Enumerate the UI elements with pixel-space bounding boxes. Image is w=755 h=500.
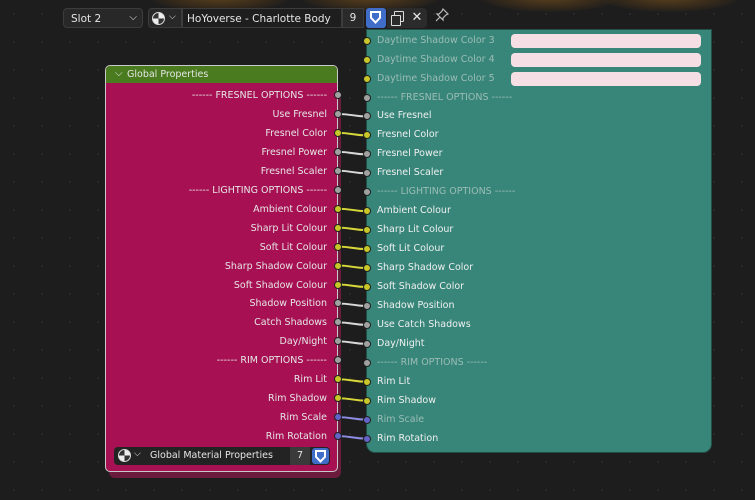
input-socket[interactable] xyxy=(363,55,371,64)
output-socket[interactable] xyxy=(334,166,342,175)
input-socket[interactable] xyxy=(363,264,371,273)
input-socket[interactable] xyxy=(363,93,371,102)
input-socket[interactable] xyxy=(363,339,371,348)
input-socket[interactable] xyxy=(363,37,371,45)
output-socket[interactable] xyxy=(334,109,342,118)
output-socket[interactable] xyxy=(334,128,342,137)
input-socket[interactable] xyxy=(363,434,371,443)
output-socket[interactable] xyxy=(334,261,342,270)
input-socket[interactable] xyxy=(363,396,371,405)
input-socket[interactable] xyxy=(363,358,371,367)
input-socket[interactable] xyxy=(363,301,371,310)
output-socket[interactable] xyxy=(334,147,342,156)
input-socket[interactable] xyxy=(363,377,371,386)
input-socket[interactable] xyxy=(363,74,371,83)
output-socket[interactable] xyxy=(334,204,342,213)
output-socket[interactable] xyxy=(334,91,342,99)
output-socket[interactable] xyxy=(334,223,342,232)
output-socket[interactable] xyxy=(334,280,342,289)
input-socket[interactable] xyxy=(363,283,371,291)
node-links xyxy=(337,112,368,440)
output-socket[interactable] xyxy=(334,242,342,251)
input-socket[interactable] xyxy=(363,415,371,424)
input-socket[interactable] xyxy=(363,320,371,329)
output-socket[interactable] xyxy=(334,185,342,194)
